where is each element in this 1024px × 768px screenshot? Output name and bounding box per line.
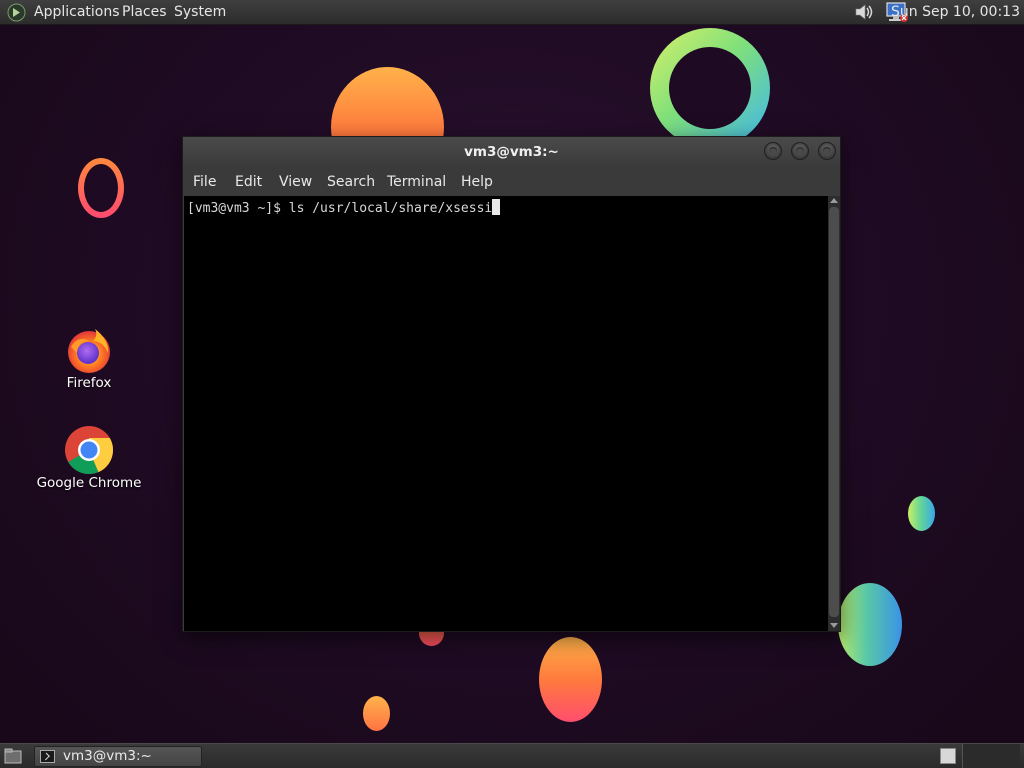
minimize-button[interactable] [764,142,782,160]
decorative-small-ring [78,158,124,218]
menu-view[interactable]: View [279,173,312,191]
desktop-icon-google-chrome[interactable]: Google Chrome [34,425,144,491]
decorative-blue-ellipse-large [838,583,902,666]
decorative-blue-ellipse-small [908,496,935,531]
menu-terminal[interactable]: Terminal [387,173,446,191]
window-title: vm3@vm3:~ [464,144,559,160]
text-cursor [492,199,501,215]
terminal-window[interactable]: vm3@vm3:~ File Edit View Search Terminal… [182,136,841,632]
bottom-panel: vm3@vm3:~ [0,743,1024,768]
decorative-gradient-ring [650,28,770,148]
workspace-2[interactable] [962,744,1020,768]
desktop-icon-firefox[interactable]: Firefox [50,325,128,391]
taskbar-window-button[interactable]: vm3@vm3:~ [34,746,202,767]
show-desktop-icon[interactable] [4,748,22,764]
menu-applications[interactable]: Applications [34,4,120,21]
panel-clock[interactable]: Sun Sep 10, 00:13 [891,4,1020,21]
shell-prompt: [vm3@vm3 ~]$ [187,201,289,216]
decorative-orange-ellipse [539,637,602,722]
menu-search[interactable]: Search [327,173,375,191]
app-menu-icon[interactable] [7,3,26,22]
window-title-bar[interactable]: vm3@vm3:~ [183,137,840,168]
volume-icon[interactable] [853,2,875,22]
top-panel: Applications Places System Sun Sep 10, 0… [0,0,1024,25]
scroll-down-arrow-icon[interactable] [830,623,838,628]
scrollbar-thumb[interactable] [829,207,839,617]
command-input[interactable]: ls /usr/local/share/xsessi [289,201,493,216]
workspace-switcher-icon[interactable] [940,748,956,764]
decorative-orange-dot [363,696,390,731]
chrome-icon [65,426,114,475]
menu-file[interactable]: File [193,173,216,191]
terminal-menubar: File Edit View Search Terminal Help [183,168,840,196]
terminal-output[interactable]: [vm3@vm3 ~]$ ls /usr/local/share/xsessi [184,196,828,631]
taskbar-window-label: vm3@vm3:~ [63,748,152,764]
scroll-up-arrow-icon[interactable] [830,198,838,203]
menu-system[interactable]: System [174,4,226,21]
menu-edit[interactable]: Edit [235,173,262,191]
maximize-button[interactable] [791,142,809,160]
terminal-scrollbar[interactable] [828,196,840,631]
menu-places[interactable]: Places [122,4,167,21]
menu-help[interactable]: Help [461,173,493,191]
close-button[interactable] [818,142,836,160]
desktop-icon-label: Firefox [66,375,112,391]
terminal-icon [40,750,55,763]
firefox-icon [68,329,110,373]
desktop-icon-label: Google Chrome [36,475,142,491]
